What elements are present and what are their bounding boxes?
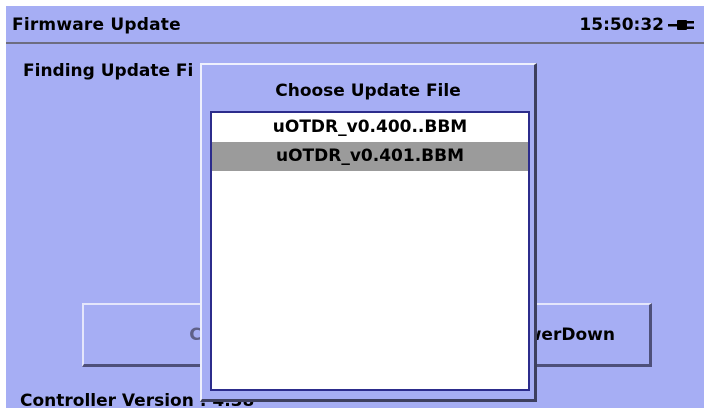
status-text: Finding Update Fi	[23, 61, 194, 81]
plug-icon	[668, 20, 694, 30]
page-title: Firmware Update	[12, 15, 181, 35]
dialog-title: Choose Update File	[275, 81, 461, 101]
choose-update-file-dialog: Choose Update File uOTDR_v0.400..BBM uOT…	[200, 63, 537, 402]
device-screen: Firmware Update 15:50:32 Finding Update …	[6, 6, 704, 408]
file-list[interactable]: uOTDR_v0.400..BBM uOTDR_v0.401.BBM	[210, 111, 530, 391]
file-list-item[interactable]: uOTDR_v0.400..BBM	[212, 113, 528, 142]
title-bar: Firmware Update 15:50:32	[6, 6, 704, 44]
file-list-item-selected[interactable]: uOTDR_v0.401.BBM	[212, 142, 528, 171]
clock-display: 15:50:32	[579, 15, 664, 35]
